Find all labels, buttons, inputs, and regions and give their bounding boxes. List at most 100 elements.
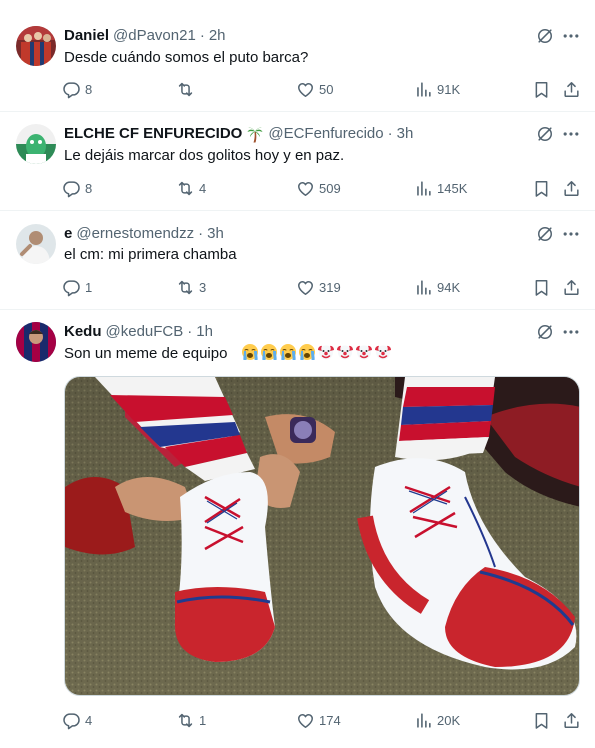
palm-tree-icon [246, 125, 264, 143]
share-icon [562, 80, 581, 99]
action-bar: 1 3 319 94K [62, 277, 582, 297]
bookmark-button[interactable] [532, 79, 551, 99]
reply-icon [62, 278, 81, 297]
share-button[interactable] [562, 277, 581, 297]
clown-shoes-photo [65, 377, 579, 695]
clown-face-icon [336, 343, 354, 361]
more-icon[interactable] [561, 224, 581, 244]
reply-count: 4 [85, 712, 93, 728]
view-count: 91K [437, 81, 461, 97]
repost-button[interactable]: 1 [176, 710, 206, 730]
action-bar: 8 50 91K [62, 79, 582, 99]
separator-dot: · [187, 323, 193, 340]
like-button[interactable]: 509 [296, 178, 341, 198]
views-button[interactable]: 91K [414, 79, 460, 99]
share-icon [562, 711, 581, 730]
repost-count: 3 [199, 279, 207, 295]
heart-icon [296, 278, 315, 297]
reply-button[interactable]: 1 [62, 277, 92, 297]
share-icon [562, 179, 581, 198]
more-icon[interactable] [561, 322, 581, 342]
tweet-ernesto[interactable]: e @ernestomendzz · 3h el cm: mi primera … [0, 224, 595, 304]
tweet-elche[interactable]: ELCHE CF ENFURECIDO @ECFenfurecido · 3h … [0, 124, 595, 204]
view-count: 20K [437, 712, 461, 728]
tweet-text: Le dejáis marcar dos golitos hoy y en pa… [64, 147, 345, 164]
timestamp[interactable]: 3h [397, 124, 414, 144]
loudly-crying-face-icon [298, 343, 316, 361]
author-handle[interactable]: @ECFenfurecido [268, 124, 383, 144]
author-name[interactable]: e [64, 224, 72, 244]
repost-button[interactable]: 3 [176, 277, 206, 297]
timestamp[interactable]: 3h [207, 224, 224, 244]
views-button[interactable]: 94K [414, 277, 460, 297]
action-bar: 4 1 174 20K [62, 710, 582, 730]
author-handle[interactable]: @keduFCB [106, 322, 184, 342]
clown-face-icon [374, 343, 392, 361]
grok-icon[interactable] [535, 124, 555, 144]
bookmark-icon [532, 80, 551, 99]
reply-button[interactable]: 4 [62, 710, 92, 730]
views-icon [414, 278, 433, 297]
bookmark-button[interactable] [532, 710, 551, 730]
divider [0, 309, 595, 310]
share-button[interactable] [562, 79, 581, 99]
like-button[interactable]: 174 [296, 710, 341, 730]
reply-icon [62, 179, 81, 198]
bookmark-icon [532, 278, 551, 297]
timestamp[interactable]: 1h [196, 322, 213, 342]
views-icon [414, 711, 433, 730]
avatar[interactable] [16, 26, 56, 66]
like-button[interactable]: 319 [296, 277, 341, 297]
reply-button[interactable]: 8 [62, 79, 92, 99]
bookmark-button[interactable] [532, 277, 551, 297]
reply-count: 1 [85, 279, 93, 295]
loudly-crying-face-icon [241, 343, 259, 361]
tweet-daniel[interactable]: Daniel @dPavon21 · 2h Desde cuándo somos… [0, 26, 595, 106]
timestamp[interactable]: 2h [209, 26, 226, 46]
share-icon [562, 278, 581, 297]
clown-face-icon [355, 343, 373, 361]
avatar[interactable] [16, 224, 56, 264]
action-bar: 8 4 509 145K [62, 178, 582, 198]
share-button[interactable] [562, 710, 581, 730]
author-handle[interactable]: @dPavon21 [113, 26, 196, 46]
views-button[interactable]: 20K [414, 710, 460, 730]
more-icon[interactable] [561, 124, 581, 144]
divider [0, 210, 595, 211]
heart-icon [296, 80, 315, 99]
separator-dot: · [387, 125, 393, 142]
views-icon [414, 80, 433, 99]
author-handle[interactable]: @ernestomendzz [76, 224, 194, 244]
loudly-crying-face-icon [260, 343, 278, 361]
like-count: 50 [319, 81, 334, 97]
author-name[interactable]: Daniel [64, 26, 109, 46]
like-count: 319 [319, 279, 341, 295]
like-count: 174 [319, 712, 341, 728]
repost-icon [176, 179, 195, 198]
repost-icon [176, 278, 195, 297]
more-icon[interactable] [561, 26, 581, 46]
heart-icon [296, 179, 315, 198]
repost-button[interactable] [176, 79, 199, 99]
loudly-crying-face-icon [279, 343, 297, 361]
avatar[interactable] [16, 124, 56, 164]
avatar[interactable] [16, 322, 56, 362]
repost-icon [176, 711, 195, 730]
view-count: 145K [437, 180, 468, 196]
reply-button[interactable]: 8 [62, 178, 92, 198]
timeline: Daniel @dPavon21 · 2h Desde cuándo somos… [0, 0, 595, 748]
grok-icon[interactable] [535, 322, 555, 342]
bookmark-button[interactable] [532, 178, 551, 198]
author-name[interactable]: Kedu [64, 322, 102, 342]
reply-icon [62, 80, 81, 99]
separator-dot: · [199, 27, 205, 44]
author-name[interactable]: ELCHE CF ENFURECIDO [64, 124, 242, 144]
repost-count: 1 [199, 712, 207, 728]
like-button[interactable]: 50 [296, 79, 333, 99]
tweet-media-image[interactable] [64, 376, 580, 696]
grok-icon[interactable] [535, 224, 555, 244]
grok-icon[interactable] [535, 26, 555, 46]
share-button[interactable] [562, 178, 581, 198]
views-button[interactable]: 145K [414, 178, 467, 198]
repost-button[interactable]: 4 [176, 178, 206, 198]
